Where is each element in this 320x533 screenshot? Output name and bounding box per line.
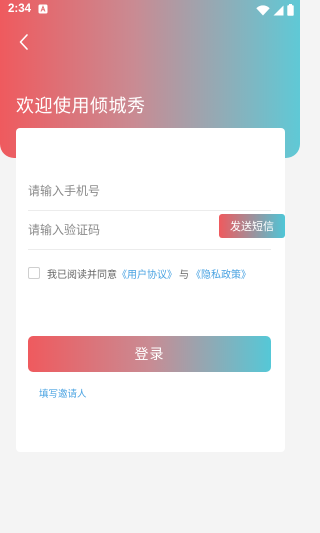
user-agreement-link[interactable]: 《用户协议》: [117, 266, 177, 281]
login-button[interactable]: 登录: [28, 336, 271, 372]
signal-icon: [273, 5, 284, 15]
agreement-row: 我已阅读并同意 《用户协议》 与 《隐私政策》: [28, 266, 251, 281]
status-time: 2:34: [8, 3, 32, 15]
send-sms-button[interactable]: 发送短信: [219, 214, 285, 238]
status-bar: 2:34: [0, 0, 300, 20]
page-title: 欢迎使用倾城秀: [16, 96, 146, 117]
agreement-and-text: 与: [179, 269, 189, 281]
invite-link[interactable]: 填写邀请人: [39, 386, 87, 400]
status-icons: [256, 3, 294, 17]
phone-input[interactable]: [28, 181, 198, 201]
agreement-checkbox[interactable]: [28, 267, 40, 279]
login-screen: 2:34 欢迎使用倾城秀 发送短信: [0, 0, 300, 533]
privacy-policy-link[interactable]: 《隐私政策》: [191, 266, 251, 281]
back-arrow-icon[interactable]: [14, 31, 36, 53]
notification-icon: [38, 4, 48, 14]
battery-icon: [287, 4, 294, 16]
phone-field: [28, 172, 271, 211]
verification-code-input[interactable]: [28, 220, 198, 240]
agreement-prefix: 我已阅读并同意: [47, 269, 117, 281]
code-field: 发送短信: [28, 211, 285, 250]
login-card: 发送短信 我已阅读并同意 《用户协议》 与 《隐私政策》 登录 填写邀请人: [16, 128, 285, 452]
wifi-icon: [256, 4, 270, 15]
